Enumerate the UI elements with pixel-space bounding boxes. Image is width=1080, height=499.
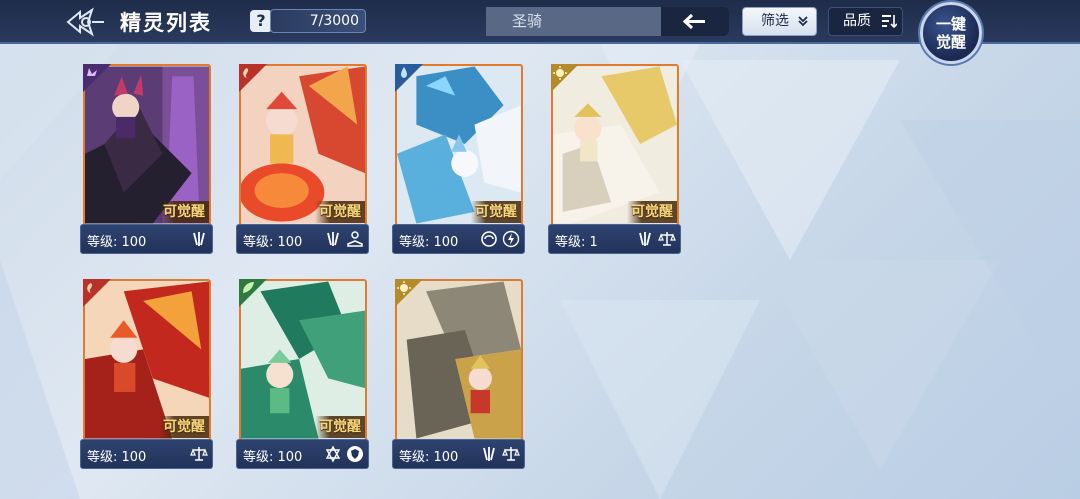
spirit-count: 7/3000 <box>270 9 366 33</box>
card-info-bar: 等级: 100 <box>236 439 369 469</box>
filter-label: 筛选 <box>761 13 789 29</box>
fire-element-icon <box>83 279 111 307</box>
awaken-available-tag: 可觉醒 <box>159 201 209 223</box>
claw-skill-icon <box>480 445 498 463</box>
card-info-bar: 等级: 1 <box>548 224 681 254</box>
sort-icon <box>882 15 899 29</box>
grass-element-icon <box>239 279 267 307</box>
awaken-all-label-2: 觉醒 <box>935 33 966 51</box>
awaken-all-label-1: 一键 <box>935 15 966 33</box>
spirit-card[interactable]: 可觉醒 等级: 100 <box>236 64 369 254</box>
level-label: 等级: 100 <box>399 235 459 250</box>
spirit-card[interactable]: 可觉醒 等级: 100 <box>236 279 369 469</box>
claw-skill-icon <box>636 230 654 248</box>
level-label: 等级: 100 <box>87 450 147 465</box>
level-label: 等级: 100 <box>243 235 303 250</box>
help-button[interactable]: ? <box>250 10 272 32</box>
level-label: 等级: 100 <box>399 450 459 465</box>
light-element-icon <box>551 64 579 92</box>
card-info-bar: 等级: 100 <box>392 439 525 469</box>
level-label: 等级: 100 <box>243 450 303 465</box>
level-label: 等级: 100 <box>87 235 147 250</box>
filter-button[interactable]: 筛选 <box>742 7 817 36</box>
level-label: 等级: 1 <box>555 235 598 250</box>
card-info-bar: 等级: 100 <box>236 224 369 254</box>
spirit-card[interactable]: 等级: 100 <box>392 279 525 469</box>
quality-label: 品质 <box>843 13 871 29</box>
page-title: 精灵列表 <box>120 10 212 35</box>
card-info-bar: 等级: 100 <box>80 439 213 469</box>
fire-element-icon <box>239 64 267 92</box>
scale-skill-icon <box>190 445 208 463</box>
swirl-skill-icon <box>480 230 498 248</box>
spirit-card[interactable]: 可觉醒 等级: 100 <box>392 64 525 254</box>
spirit-card[interactable]: 可觉醒 等级: 1 <box>548 64 681 254</box>
shield-skill-icon <box>346 445 364 463</box>
card-info-bar: 等级: 100 <box>392 224 525 254</box>
scale-skill-icon <box>502 445 520 463</box>
search-input[interactable]: 圣骑 <box>486 7 662 36</box>
star-skill-icon <box>324 445 342 463</box>
spirit-card[interactable]: 可觉醒 等级: 100 <box>80 279 213 469</box>
claw-skill-icon <box>324 230 342 248</box>
spirit-card[interactable]: 可觉醒 等级: 100 <box>80 64 213 254</box>
shadow-element-icon <box>83 64 111 92</box>
awaken-available-tag: 可觉醒 <box>471 201 521 223</box>
awaken-available-tag: 可觉醒 <box>315 201 365 223</box>
card-info-bar: 等级: 100 <box>80 224 213 254</box>
back-spirit-logo-icon[interactable] <box>66 6 106 38</box>
book-skill-icon <box>346 230 364 248</box>
chevron-down-icon <box>798 16 809 27</box>
awaken-available-tag: 可觉醒 <box>159 416 209 438</box>
water-element-icon <box>395 64 423 92</box>
awaken-available-tag: 可觉醒 <box>315 416 365 438</box>
quality-sort-button[interactable]: 品质 <box>828 7 903 36</box>
search-clear-button[interactable] <box>661 7 729 36</box>
scale-skill-icon <box>658 230 676 248</box>
claw-skill-icon <box>190 230 208 248</box>
top-bar: 精灵列表 ? 7/3000 圣骑 筛选 品质 <box>0 0 1080 44</box>
light-element-icon <box>395 279 423 307</box>
awaken-all-button[interactable]: 一键 觉醒 <box>920 2 982 64</box>
lightning-skill-icon <box>502 230 520 248</box>
awaken-available-tag: 可觉醒 <box>627 201 677 223</box>
arrow-left-icon <box>682 13 705 30</box>
